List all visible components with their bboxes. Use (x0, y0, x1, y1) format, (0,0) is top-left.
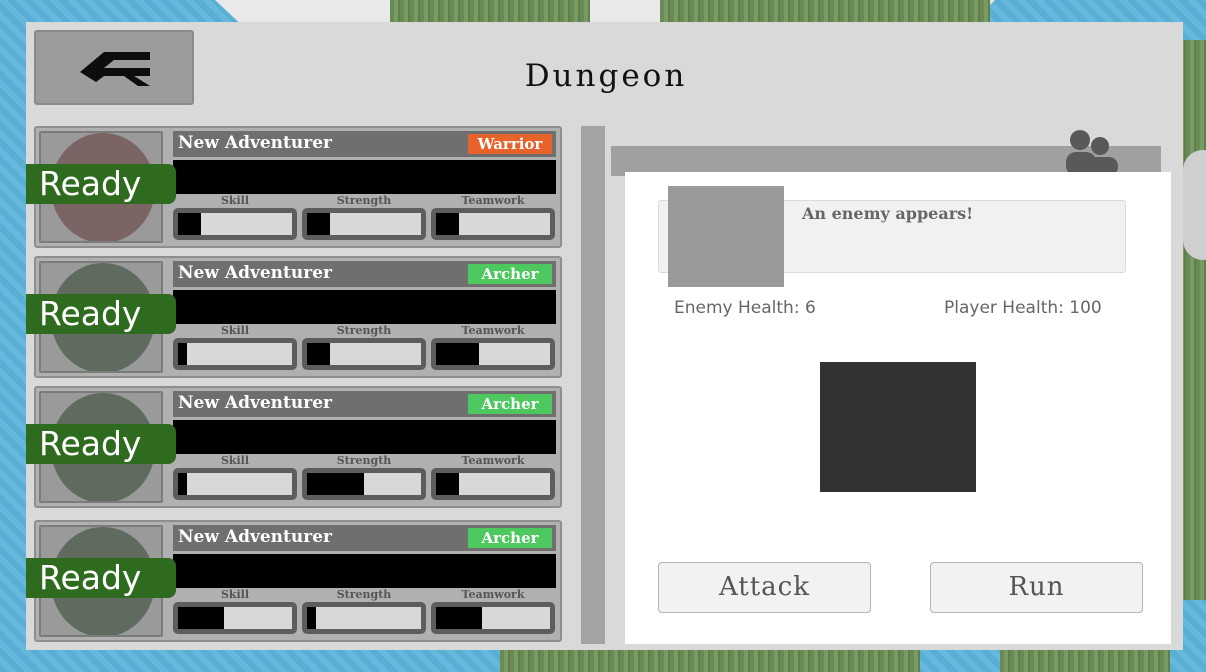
adventurer-card[interactable]: Ready New Adventurer Archer Skill Strength Te… (26, 256, 562, 378)
stat-bar-fill (178, 213, 201, 235)
adventurer-name: New Adventurer (178, 133, 332, 153)
battle-area: An enemy appears! Enemy Health: 6 Player… (625, 172, 1171, 644)
stat-bar-track (436, 607, 550, 629)
stat-bar-track (307, 213, 421, 235)
stat-bar (302, 208, 426, 240)
stat-bar (173, 602, 297, 634)
enemy-sprite (820, 362, 976, 492)
stat-bar-fill (178, 343, 188, 365)
stat-bar-track (178, 473, 292, 495)
battle-message: An enemy appears! (802, 204, 974, 223)
stat-bar (302, 602, 426, 634)
class-badge: Archer (468, 528, 552, 548)
player-health: Player Health: 100 (944, 298, 1102, 318)
ready-badge: Ready (26, 424, 176, 464)
map-land (500, 650, 920, 672)
adventurer-name: New Adventurer (178, 527, 332, 547)
map-land (390, 0, 590, 22)
stat-label: Teamwork (461, 588, 525, 601)
stat-bar-track (307, 343, 421, 365)
stat-label: Skill (220, 588, 250, 601)
class-badge: Warrior (468, 134, 552, 154)
stat-bar-fill (436, 473, 459, 495)
stat-label: Skill (220, 454, 250, 467)
adventurer-card[interactable]: Ready New Adventurer Archer Skill Strength Te… (26, 386, 562, 508)
page-title: Dungeon (524, 58, 688, 94)
stat-bar-fill (436, 213, 459, 235)
name-bar: New Adventurer Archer (173, 525, 556, 551)
stat-bar-track (307, 473, 421, 495)
stat-label: Strength (336, 454, 392, 467)
adventurer-name: New Adventurer (178, 263, 332, 283)
adventurer-info-bar (173, 290, 556, 324)
stat-label: Skill (220, 324, 250, 337)
stat-label: Teamwork (461, 194, 525, 207)
name-bar: New Adventurer Archer (173, 391, 556, 417)
stat-bar-fill (307, 473, 364, 495)
map-land (660, 0, 990, 22)
ready-badge: Ready (26, 294, 176, 334)
back-arrow-icon (80, 51, 150, 86)
ready-badge: Ready (26, 558, 176, 598)
stat-bar (431, 602, 555, 634)
stat-bar-track (436, 473, 550, 495)
enemy-thumbnail (668, 186, 784, 287)
stat-bar-fill (178, 473, 188, 495)
stat-bar (173, 208, 297, 240)
stat-bar-track (436, 213, 550, 235)
stat-label: Strength (336, 588, 392, 601)
map-rock (1183, 150, 1206, 260)
stat-bar-fill (307, 607, 317, 629)
adventurer-info-bar (173, 554, 556, 588)
stat-label: Strength (336, 194, 392, 207)
stat-bar-track (178, 213, 292, 235)
stat-bar (173, 468, 297, 500)
stat-bar-track (178, 607, 292, 629)
stat-label: Teamwork (461, 324, 525, 337)
stat-bar (431, 468, 555, 500)
stat-label: Teamwork (461, 454, 525, 467)
panel-divider (581, 126, 605, 644)
stat-bar-fill (436, 607, 482, 629)
stat-bar-fill (178, 607, 224, 629)
stat-label: Skill (220, 194, 250, 207)
name-bar: New Adventurer Warrior (173, 131, 556, 157)
adventurer-info-bar (173, 420, 556, 454)
stat-bar (431, 208, 555, 240)
party-icon[interactable] (1056, 126, 1126, 176)
class-badge: Archer (468, 264, 552, 284)
enemy-health: Enemy Health: 6 (674, 298, 816, 318)
stat-bar (173, 338, 297, 370)
adventurer-info-bar (173, 160, 556, 194)
adventurer-name: New Adventurer (178, 393, 332, 413)
dungeon-panel: Dungeon Ready New Adventurer Warrior Skill S… (26, 22, 1183, 650)
stat-bar-track (307, 607, 421, 629)
run-button[interactable]: Run (930, 562, 1143, 613)
stat-label: Strength (336, 324, 392, 337)
back-button[interactable] (34, 30, 194, 105)
stat-bar-track (436, 343, 550, 365)
ready-badge: Ready (26, 164, 176, 204)
stat-bar (302, 468, 426, 500)
stat-bar-fill (436, 343, 480, 365)
name-bar: New Adventurer Archer (173, 261, 556, 287)
stat-bar-track (178, 343, 292, 365)
stat-bar (431, 338, 555, 370)
map-land (1000, 650, 1170, 672)
attack-button[interactable]: Attack (658, 562, 871, 613)
adventurer-card[interactable]: Ready New Adventurer Archer Skill Strength Te… (26, 520, 562, 642)
stat-bar-fill (307, 343, 330, 365)
class-badge: Archer (468, 394, 552, 414)
adventurer-card[interactable]: Ready New Adventurer Warrior Skill Strength T… (26, 126, 562, 248)
stat-bar (302, 338, 426, 370)
stat-bar-fill (307, 213, 330, 235)
